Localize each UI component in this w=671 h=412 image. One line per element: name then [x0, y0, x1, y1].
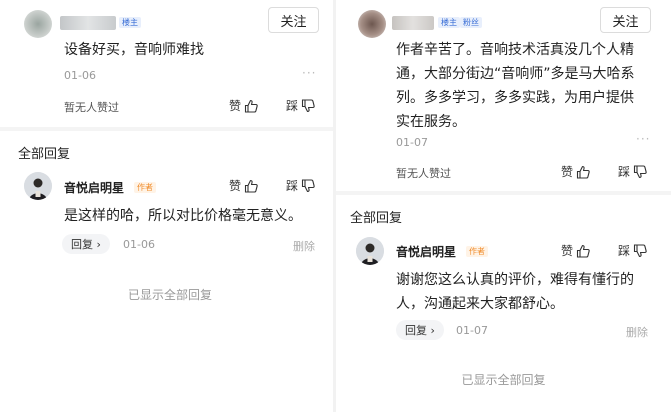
thumb-down-icon [633, 164, 647, 178]
comment-text: 设备好买，音响师难找 [64, 42, 204, 58]
comment-text: 作者辛苦了。音响技术活真没几个人精 通，大部分街边“音响师”多是马大哈系 列。多… [396, 38, 635, 134]
thumb-down-icon [633, 243, 647, 257]
like-label: 赞 [561, 244, 574, 258]
right-panel: 楼主 粉丝 关注 作者辛苦了。音响技术活真没几个人精 通，大部分街边“音响师”多… [336, 0, 671, 412]
author-avatar[interactable] [356, 237, 384, 265]
follow-button[interactable]: 关注 [268, 7, 319, 33]
commenter-avatar-blurred[interactable] [24, 10, 52, 38]
comment-line: 实在服务。 [396, 114, 466, 130]
comment-line: 列。多多学习，多多实践，为用户提供 [396, 90, 634, 106]
reply-line: 谢谢您这么认真的评价，难得有懂行的 [396, 272, 634, 288]
reply-date: 01-07 [456, 324, 488, 337]
reply-like-button[interactable]: 赞 [561, 242, 590, 259]
dislike-label: 踩 [618, 165, 631, 179]
like-label: 赞 [229, 99, 242, 113]
person-icon [24, 172, 52, 200]
left-panel: 楼主 关注 设备好买，音响师难找 01-06 ··· 暂无人赞过 赞 踩 全部回… [0, 0, 333, 412]
section-divider [336, 191, 671, 195]
no-likes-text: 暂无人赞过 [64, 101, 119, 114]
all-replies-title: 全部回复 [350, 211, 403, 226]
dislike-label: 踩 [286, 99, 299, 113]
dislike-label: 踩 [618, 244, 631, 258]
reply-dislike-button[interactable]: 踩 [618, 242, 647, 259]
reply-button[interactable]: 回复 › [62, 234, 110, 254]
dislike-button[interactable]: 踩 [618, 163, 647, 180]
author-tag: 作者 [466, 246, 488, 257]
dislike-label: 踩 [286, 179, 299, 193]
thumb-up-icon [244, 179, 258, 193]
author-name[interactable]: 音悦启明星 [396, 243, 456, 260]
author-name[interactable]: 音悦启明星 [64, 179, 124, 196]
floor-owner-tag: 楼主 [438, 17, 460, 28]
delete-button[interactable]: 删除 [626, 324, 648, 340]
dislike-button[interactable]: 踩 [286, 97, 315, 114]
thumb-up-icon [576, 244, 590, 258]
follow-button[interactable]: 关注 [600, 7, 651, 33]
reply-text: 谢谢您这么认真的评价，难得有懂行的 人，沟通起来大家都舒心。 [396, 268, 634, 316]
no-likes-text: 暂无人赞过 [396, 167, 451, 180]
more-options-icon[interactable]: ··· [302, 66, 316, 80]
like-label: 赞 [229, 179, 242, 193]
author-avatar[interactable] [24, 172, 52, 200]
like-label: 赞 [561, 165, 574, 179]
section-divider [0, 127, 333, 131]
all-replies-title: 全部回复 [18, 147, 71, 162]
fan-tag: 粉丝 [460, 17, 482, 28]
commenter-avatar-blurred[interactable] [358, 10, 386, 38]
like-button[interactable]: 赞 [229, 97, 258, 114]
thumb-down-icon [301, 178, 315, 192]
reply-text: 是这样的哈，所以对比价格毫无意义。 [64, 208, 302, 224]
comment-line: 作者辛苦了。音响技术活真没几个人精 [396, 42, 634, 58]
thumb-up-icon [244, 99, 258, 113]
all-replies-shown-text: 已显示全部回复 [461, 373, 546, 387]
delete-button[interactable]: 删除 [293, 238, 315, 254]
floor-owner-tag: 楼主 [119, 17, 141, 28]
reply-dislike-button[interactable]: 踩 [286, 177, 315, 194]
commenter-name-blurred [392, 16, 434, 30]
all-replies-shown-text: 已显示全部回复 [127, 288, 212, 302]
comment-date: 01-07 [396, 136, 428, 149]
reply-line: 人，沟通起来大家都舒心。 [396, 296, 564, 312]
commenter-name-blurred [60, 16, 116, 30]
reply-like-button[interactable]: 赞 [229, 177, 258, 194]
comment-date: 01-06 [64, 69, 96, 82]
reply-date: 01-06 [123, 238, 155, 251]
author-tag: 作者 [134, 182, 156, 193]
person-icon [356, 237, 384, 265]
like-button[interactable]: 赞 [561, 163, 590, 180]
reply-button[interactable]: 回复 › [396, 320, 444, 340]
thumb-down-icon [301, 98, 315, 112]
thumb-up-icon [576, 165, 590, 179]
comment-line: 通，大部分街边“音响师”多是马大哈系 [396, 66, 635, 82]
more-options-icon[interactable]: ··· [636, 132, 650, 146]
